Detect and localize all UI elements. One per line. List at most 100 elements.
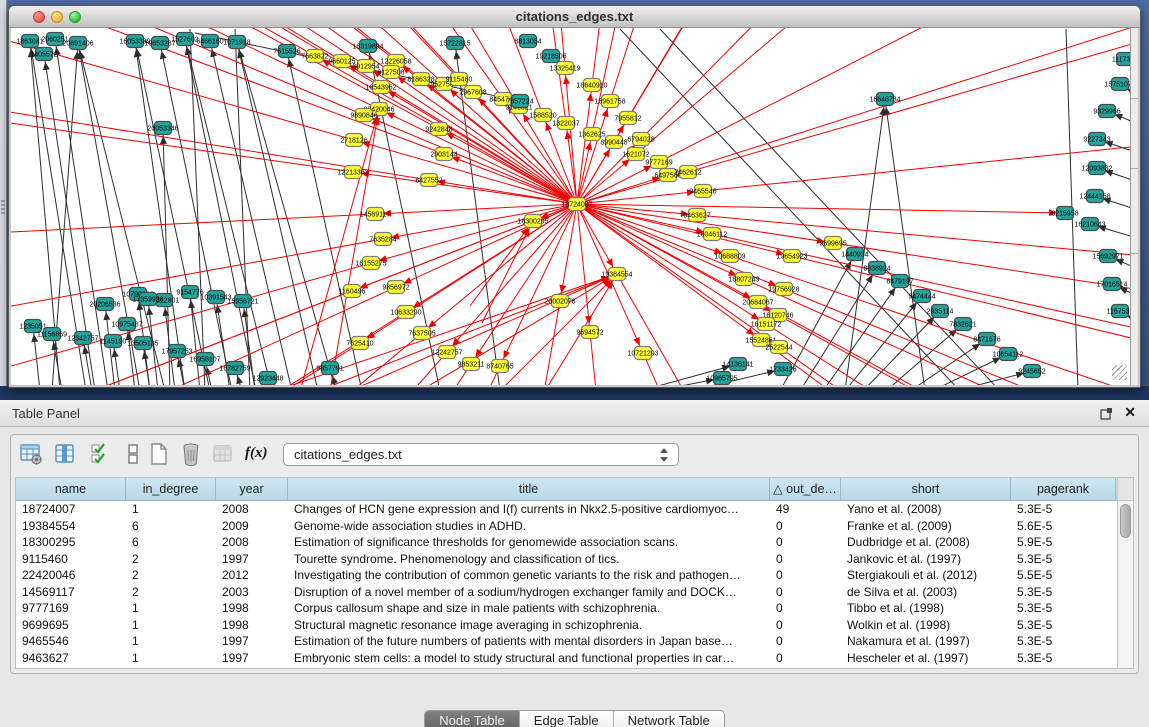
graph-node-label: 9329966 [1093, 109, 1120, 116]
graph-node-label: 8471676 [973, 337, 1000, 344]
graph-node-label: 16210643 [1074, 222, 1105, 229]
graph-node-label: 17957253 [161, 349, 192, 356]
network-window[interactable]: citations_edges.txt 18724007133254191864… [8, 5, 1141, 388]
graph-node-label: 8740765 [486, 364, 513, 371]
cell-short: Tibbo et al. (1998) [841, 600, 1011, 617]
select-all-columns-icon[interactable] [89, 442, 113, 466]
network-view-canvas[interactable]: 1872400713325419186409101696175879558121… [11, 28, 1138, 385]
cell-title: Structural magnetic resonance image aver… [288, 617, 770, 634]
table-row[interactable]: 911546021997Tourette syndrome. Phenomeno… [16, 551, 1117, 568]
delete-table-icon-disabled [211, 442, 235, 466]
cell-short: Dudbridge et al. (2008) [841, 534, 1011, 551]
cell-pagerank: 5.3E-5 [1011, 551, 1116, 568]
table-body: 1872400712008Changes of HCN gene express… [16, 501, 1117, 668]
table-row[interactable]: 946362711997Embryonic stem cells: a mode… [16, 650, 1117, 667]
graph-node-label: 8215958 [1051, 211, 1078, 218]
table-row[interactable]: 1938455462009Genome-wide association stu… [16, 518, 1117, 535]
float-panel-icon[interactable] [1100, 407, 1113, 420]
cell-pagerank: 5.3E-5 [1011, 501, 1116, 518]
graph-node-label: 10633290 [390, 310, 421, 317]
column-header-in_degree[interactable]: in_degree [126, 478, 216, 501]
cell-title: Estimation of significance thresholds fo… [288, 534, 770, 551]
show-columns-icon[interactable] [53, 442, 77, 466]
graph-node-label: 6479197 [886, 279, 913, 286]
table-row[interactable]: 977716911998Corpus callosum shape and si… [16, 600, 1117, 617]
cell-short: de Silva et al. (2003) [841, 584, 1011, 601]
cell-name: 18300295 [16, 534, 126, 551]
graph-node-label: 20053346 [147, 126, 178, 133]
cell-out_de: 0 [770, 518, 841, 535]
graph-node-label: 2903144 [430, 152, 457, 159]
graph-node-label: 7663822 [301, 54, 328, 61]
cell-year: 1998 [216, 600, 288, 617]
unselect-columns-icon[interactable] [121, 442, 145, 466]
table-row[interactable]: 1830029562008Estimation of significance … [16, 534, 1117, 551]
window-title: citations_edges.txt [9, 9, 1140, 24]
tab-edge-table[interactable]: Edge Table [520, 711, 614, 727]
cell-short: Yano et al. (2008) [841, 501, 1011, 518]
table-row[interactable]: 1872400712008Changes of HCN gene express… [16, 501, 1117, 518]
graph-node-label: 9242848 [425, 127, 452, 134]
function-builder-icon[interactable]: f(x) [245, 445, 269, 469]
delete-column-icon[interactable] [179, 442, 203, 466]
column-header-out_de[interactable]: △ out_de… [770, 478, 841, 501]
cell-short: Wolkin et al. (1998) [841, 617, 1011, 634]
cell-title: Genome-wide association studies in ADHD. [288, 518, 770, 535]
table-panel: ▴ Table Panel ✕ [0, 400, 1149, 727]
network-table-select[interactable]: citations_edges.txt [283, 443, 679, 466]
tab-network-table[interactable]: Network Table [614, 711, 724, 727]
cell-pagerank: 5.9E-5 [1011, 534, 1116, 551]
citation-network-graph[interactable]: 1872400713325419186409101696175879558121… [11, 28, 1138, 385]
cell-year: 1997 [216, 650, 288, 667]
column-header-name[interactable]: name [16, 478, 126, 501]
cell-title: Disruption of a novel member of a sodium… [288, 584, 770, 601]
graph-node-label: 7615526 [273, 49, 300, 56]
cell-out_de: 0 [770, 650, 841, 667]
table-vertical-scrollbar[interactable] [1117, 478, 1133, 668]
cell-out_de: 0 [770, 534, 841, 551]
graph-node-label: 18640910 [576, 83, 607, 90]
tab-node-table[interactable]: Node Table [425, 711, 520, 727]
graph-node-label: 9127508 [377, 70, 404, 77]
graph-node-label: 6466160 [196, 39, 223, 46]
graph-node-label: 2718126 [340, 138, 367, 145]
new-column-icon[interactable] [147, 442, 171, 466]
column-header-pagerank[interactable]: pagerank [1011, 478, 1116, 501]
table-row[interactable]: 946554611997Estimation of the future num… [16, 633, 1117, 650]
cell-short: Jankovic et al. (1997) [841, 551, 1011, 568]
cell-year: 2012 [216, 567, 288, 584]
table-mode-settings-icon[interactable] [19, 442, 43, 466]
column-header-title[interactable]: title [288, 478, 770, 501]
graph-node-label: 7625410 [346, 341, 373, 348]
scrollbar-thumb[interactable] [1120, 504, 1131, 538]
cell-year: 1997 [216, 633, 288, 650]
graph-node-label: 9463627 [683, 213, 710, 220]
cytoscape-desktop: citations_edges.txt 18724007133254191864… [0, 0, 1149, 727]
graph-node-label: 6794028 [627, 137, 654, 144]
table-row[interactable]: 1456911722003Disruption of a novel membe… [16, 584, 1117, 601]
cell-out_de: 0 [770, 567, 841, 584]
cell-year: 2009 [216, 518, 288, 535]
network-window-titlebar[interactable]: citations_edges.txt [9, 6, 1140, 28]
graph-node-label: 16319894 [352, 44, 383, 51]
window-resize-grip[interactable] [1112, 365, 1127, 380]
table-panel-body: f(x) citations_edges.txt namein_degreeye… [10, 434, 1139, 674]
close-panel-icon[interactable]: ✕ [1124, 404, 1136, 421]
graph-node-label: 10965795 [706, 376, 737, 383]
graph-node-label: 16961758 [594, 99, 625, 106]
graph-node-label: 9857791 [316, 366, 343, 373]
graph-node-label: 1405572 [30, 52, 57, 59]
cell-out_de: 0 [770, 617, 841, 634]
column-header-year[interactable]: year [216, 478, 288, 501]
collapsed-panel-strip[interactable] [0, 0, 7, 388]
table-row[interactable]: 2242004622012Investigating the contribut… [16, 567, 1117, 584]
table-row[interactable]: 969969511998Structural magnetic resonanc… [16, 617, 1117, 634]
graph-node-label: 17016514 [1096, 282, 1127, 289]
canvas-right-scroll-strip[interactable] [1130, 28, 1138, 385]
column-header-short[interactable]: short [841, 478, 1011, 501]
graph-node-label: 2967608 [459, 90, 486, 97]
graph-node-label: 9777169 [645, 160, 672, 167]
cell-short: Franke et al. (2009) [841, 518, 1011, 535]
graph-node-label: 8427552 [415, 178, 442, 185]
graph-node-label: 14569117 [360, 212, 391, 219]
